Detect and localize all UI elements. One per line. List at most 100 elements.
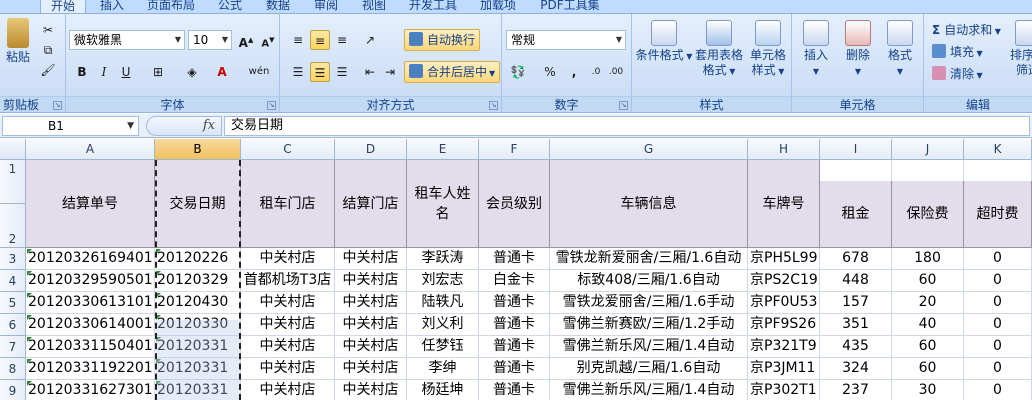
table-cell[interactable]: 普通卡 — [479, 248, 550, 270]
table-cell[interactable]: 20 — [892, 292, 964, 314]
table-cell[interactable]: 0 — [964, 270, 1032, 292]
table-cell[interactable]: 0 — [964, 248, 1032, 270]
name-box[interactable]: B1 ▼ — [2, 116, 139, 136]
table-cell[interactable]: 刘宏志 — [407, 270, 479, 292]
align-middle-icon[interactable]: ≡ — [310, 30, 330, 50]
table-cell[interactable]: 20120430 — [155, 292, 241, 314]
select-all-corner[interactable] — [0, 139, 26, 160]
increase-indent-icon[interactable]: ⇥ — [380, 62, 400, 82]
tab-developer[interactable]: 开发工具 — [402, 0, 464, 13]
table-cell[interactable]: 中关村店 — [335, 248, 407, 270]
table-header-cell[interactable]: 会员级别 — [479, 160, 550, 248]
table-cell[interactable]: 30 — [892, 380, 964, 400]
table-cell[interactable]: 京P302T1 — [748, 380, 820, 400]
tab-data[interactable]: 数据 — [258, 0, 298, 13]
table-cell[interactable]: 李跃涛 — [407, 248, 479, 270]
insert-cells-button[interactable]: 插入 ▼ — [796, 20, 836, 79]
table-cell[interactable]: 0 — [964, 292, 1032, 314]
table-cell[interactable]: 157 — [820, 292, 892, 314]
row-header-9[interactable]: 9 — [0, 380, 26, 400]
align-top-icon[interactable]: ≡ — [288, 30, 308, 50]
table-cell[interactable]: 李绅 — [407, 358, 479, 380]
autosum-button[interactable]: Σ 自动求和 ▼ — [932, 20, 1001, 40]
column-header-g[interactable]: G — [550, 139, 748, 160]
format-cells-button[interactable]: 格式 ▼ — [880, 20, 920, 79]
table-cell[interactable]: 任梦钰 — [407, 336, 479, 358]
tab-formulas[interactable]: 公式 — [210, 0, 250, 13]
row-header-1[interactable]: 1 — [0, 160, 26, 204]
table-cell[interactable]: 京PH5L99 — [748, 248, 820, 270]
column-header-c[interactable]: C — [241, 139, 335, 160]
column-header-k[interactable]: K — [964, 139, 1032, 160]
table-cell[interactable]: 0 — [964, 314, 1032, 336]
font-name-combo[interactable]: 微软雅黑 ▼ — [69, 30, 185, 50]
table-cell[interactable]: 刘义利 — [407, 314, 479, 336]
table-header-cell[interactable]: 超时费 — [964, 181, 1032, 248]
border-icon[interactable]: ⊞ — [148, 62, 168, 82]
table-cell[interactable]: 20120226 — [155, 248, 241, 270]
table-cell[interactable]: 20120330 — [155, 314, 241, 336]
decrease-indent-icon[interactable]: ⇤ — [360, 62, 380, 82]
delete-cells-button[interactable]: 删除 ▼ — [838, 20, 878, 79]
table-header-cell[interactable]: 结算门店 — [335, 160, 407, 248]
table-cell[interactable]: 40 — [892, 314, 964, 336]
table-cell[interactable]: 20120331 — [155, 358, 241, 380]
table-cell[interactable]: 0 — [964, 380, 1032, 400]
align-center-icon[interactable]: ☰ — [310, 62, 330, 82]
row-header-8[interactable]: 8 — [0, 358, 26, 380]
table-cell[interactable]: 雪佛兰新乐风/三厢/1.4自动 — [550, 336, 748, 358]
table-header-cell[interactable]: 租金 — [820, 181, 892, 248]
format-as-table-button[interactable]: 套用表格格式 ▼ — [690, 20, 748, 79]
table-cell[interactable]: 京P321T9 — [748, 336, 820, 358]
table-cell[interactable]: 京PS2C19 — [748, 270, 820, 292]
table-cell[interactable]: 中关村店 — [335, 270, 407, 292]
table-cell[interactable]: 20120329590501 — [26, 270, 155, 292]
table-cell[interactable]: 20120331627301 — [26, 380, 155, 400]
table-cell[interactable]: 普通卡 — [479, 292, 550, 314]
table-cell[interactable]: 60 — [892, 358, 964, 380]
sort-filter-button[interactable]: 排序和筛选 — [1008, 20, 1032, 78]
column-header-a[interactable]: A — [26, 139, 155, 160]
align-bottom-icon[interactable]: ≡ — [332, 30, 352, 50]
format-painter-icon[interactable]: 🖌 — [38, 60, 58, 80]
font-size-combo[interactable]: 10 ▼ — [188, 30, 232, 50]
row-header-5[interactable]: 5 — [0, 292, 26, 314]
table-header-cell[interactable]: 结算单号 — [26, 160, 155, 248]
table-cell[interactable]: 杨廷坤 — [407, 380, 479, 400]
table-cell[interactable]: 普通卡 — [479, 380, 550, 400]
currency-icon[interactable]: 💱 — [508, 62, 528, 82]
fill-color-icon[interactable]: ◈ — [182, 62, 202, 82]
table-cell[interactable]: 中关村店 — [335, 358, 407, 380]
table-cell[interactable]: 普通卡 — [479, 336, 550, 358]
table-cell[interactable]: 中关村店 — [241, 314, 335, 336]
percent-button[interactable]: % — [540, 62, 560, 82]
table-cell[interactable]: 雪佛兰新乐风/三厢/1.4自动 — [550, 380, 748, 400]
table-cell[interactable]: 20120331192201 — [26, 358, 155, 380]
column-header-e[interactable]: E — [407, 139, 479, 160]
table-cell[interactable]: 京PF0U53 — [748, 292, 820, 314]
align-left-icon[interactable]: ☰ — [288, 62, 308, 82]
row-header-7[interactable]: 7 — [0, 336, 26, 358]
table-cell[interactable]: 60 — [892, 270, 964, 292]
shrink-font-button[interactable]: A▼ — [258, 30, 278, 50]
table-header-cell[interactable]: 保险费 — [892, 181, 964, 248]
tab-home[interactable]: 开始 — [40, 0, 86, 13]
table-cell[interactable]: 351 — [820, 314, 892, 336]
number-format-combo[interactable]: 常规 ▼ — [506, 30, 626, 50]
tab-insert[interactable]: 插入 — [92, 0, 132, 13]
cut-icon[interactable]: ✂ — [38, 20, 58, 40]
decrease-decimal-icon[interactable]: .00 — [606, 62, 626, 82]
tab-review[interactable]: 审阅 — [306, 0, 346, 13]
table-cell[interactable]: 中关村店 — [335, 380, 407, 400]
row-header-6[interactable]: 6 — [0, 314, 26, 336]
fill-button[interactable]: 填充 ▼ — [932, 42, 983, 62]
table-cell[interactable]: 白金卡 — [479, 270, 550, 292]
table-cell[interactable]: 普通卡 — [479, 314, 550, 336]
font-color-button[interactable]: A — [212, 62, 232, 82]
table-cell[interactable]: 237 — [820, 380, 892, 400]
comma-button[interactable]: , — [564, 62, 584, 82]
table-cell[interactable]: 435 — [820, 336, 892, 358]
table-cell[interactable]: 中关村店 — [241, 248, 335, 270]
table-cell[interactable]: 20120326169401 — [26, 248, 155, 270]
table-cell[interactable]: 0 — [964, 358, 1032, 380]
